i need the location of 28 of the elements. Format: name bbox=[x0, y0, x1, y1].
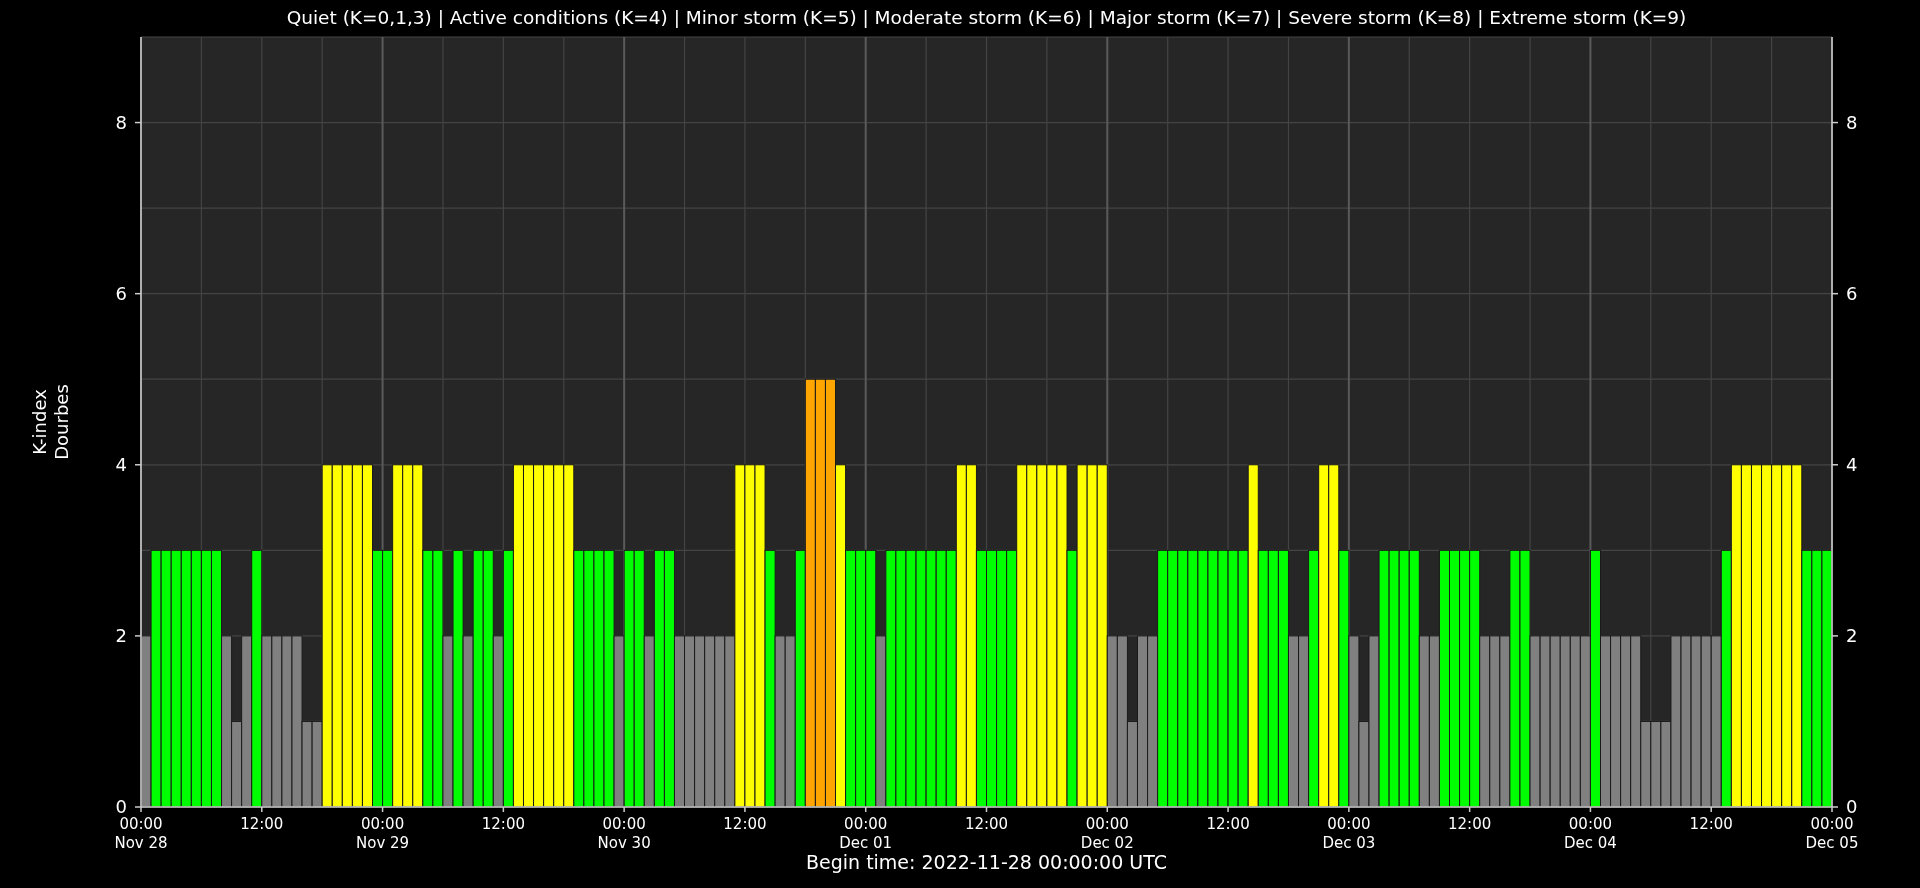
tick-label: 12:00 bbox=[1448, 815, 1492, 833]
tick-label: 6 bbox=[1846, 282, 1858, 304]
tick-label: 00:00 Nov 28 bbox=[114, 815, 168, 852]
tick-label: 00:00 Dec 03 bbox=[1322, 815, 1376, 852]
tick-label: 8 bbox=[1846, 111, 1858, 133]
tick-label: 12:00 bbox=[723, 815, 767, 833]
tick-label: 12:00 bbox=[481, 815, 525, 833]
x-axis-label: Begin time: 2022-11-28 00:00:00 UTC bbox=[806, 851, 1167, 873]
tick-label: 00:00 Dec 05 bbox=[1805, 815, 1859, 852]
tick-label: 00:00 Dec 02 bbox=[1080, 815, 1134, 852]
chart-title: Quiet (K=0,1,3) | Active conditions (K=4) | Minor storm (K=5) | Moderate storm (K=6) | Major storm (K=7) | Severe storm (K=8) | Extreme storm (K=9) bbox=[286, 7, 1687, 28]
tick-label: 0 bbox=[1846, 796, 1858, 817]
tick-label: 12:00 bbox=[1689, 815, 1733, 833]
y-axis-label: K-index Dourbes bbox=[29, 384, 72, 460]
tick-label: 12:00 bbox=[1206, 815, 1250, 833]
tick-label: 00:00 Dec 04 bbox=[1564, 815, 1617, 852]
tick-label: 8 bbox=[115, 111, 127, 133]
tick-label: 00:00 Nov 29 bbox=[356, 815, 410, 852]
tick-label: 2 bbox=[115, 624, 127, 646]
tick-label: 00:00 Nov 30 bbox=[597, 815, 651, 852]
tick-label: 00:00 Dec 01 bbox=[839, 815, 893, 852]
tick-label: 4 bbox=[115, 453, 127, 475]
tick-label: 0 bbox=[115, 796, 127, 817]
tick-label: 6 bbox=[115, 282, 127, 304]
tick-label: 12:00 bbox=[240, 815, 284, 833]
tick-label: 12:00 bbox=[964, 815, 1009, 833]
tick-label: 2 bbox=[1846, 624, 1858, 646]
tick-label: 4 bbox=[1846, 453, 1858, 475]
